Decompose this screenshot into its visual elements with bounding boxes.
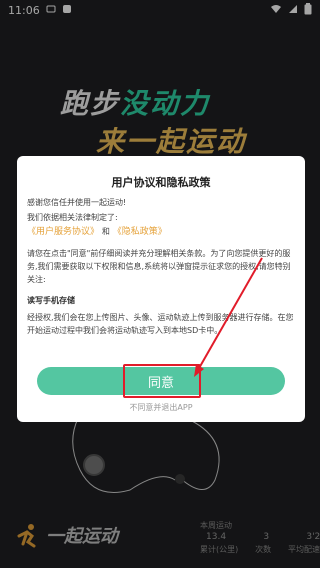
privacy-dialog: 用户协议和隐私政策 感谢您信任并使用一起运动! 我们依据相关法律制定了: 《用户… [17, 156, 305, 422]
dialog-title: 用户协议和隐私政策 [111, 176, 211, 189]
notice-paragraph: 请您在点击"同意"前仔细阅读并充分理解相关条款。为了向您提供更好的服务,我们需要… [27, 249, 291, 284]
highlight-box [123, 364, 201, 398]
intro-text: 我们依据相关法律制定了: [27, 213, 118, 222]
privacy-policy-link[interactable]: 《隐私政策》 [113, 227, 167, 237]
agreement-links: 《用户服务协议》 和 《隐私政策》 [27, 225, 167, 239]
disagree-exit-link[interactable]: 不同意并退出APP [17, 402, 305, 413]
permission-title: 读写手机存储 [27, 296, 75, 305]
greeting-text: 感谢您信任并使用一起运动! [27, 198, 127, 207]
permission-description: 经授权,我们会在您上传图片、头像、运动轨迹上传到服务器进行存储。在您开始运动过程… [27, 313, 294, 335]
and-text: 和 [101, 227, 110, 236]
user-agreement-link[interactable]: 《用户服务协议》 [27, 227, 99, 237]
